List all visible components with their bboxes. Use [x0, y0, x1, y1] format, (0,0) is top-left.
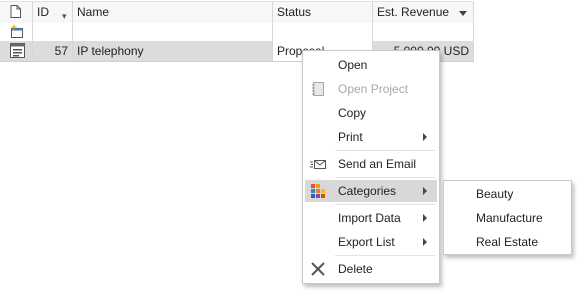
menu-separator — [335, 204, 435, 205]
new-row-id-cell[interactable] — [33, 23, 73, 41]
menu-item-send-email[interactable]: Send an Email — [305, 153, 437, 175]
menu-item-open-project-label: Open Project — [338, 82, 409, 96]
header-row-indicator[interactable] — [0, 2, 33, 23]
menu-separator — [335, 255, 435, 256]
submenu-arrow-icon — [423, 238, 427, 246]
edit-form-icon — [10, 43, 25, 58]
new-row-revenue-cell[interactable] — [373, 23, 474, 41]
submenu-arrow-icon — [423, 214, 427, 222]
delete-icon — [311, 262, 325, 276]
categories-icon — [311, 184, 325, 198]
menu-item-import-data[interactable]: Import Data — [305, 207, 437, 229]
menu-item-open-label: Open — [338, 58, 368, 72]
submenu-item-manufacture-label: Manufacture — [476, 211, 543, 225]
submenu-item-real-estate[interactable]: Real Estate — [446, 231, 569, 253]
column-header-revenue[interactable]: Est. Revenue — [373, 2, 474, 23]
submenu-item-real-estate-label: Real Estate — [476, 235, 539, 249]
email-icon — [310, 160, 326, 169]
menu-item-delete[interactable]: Delete — [305, 258, 437, 280]
new-row-status-cell[interactable] — [273, 23, 373, 41]
menu-item-print[interactable]: Print — [305, 126, 437, 148]
submenu-arrow-icon — [423, 133, 427, 141]
menu-item-delete-label: Delete — [338, 262, 373, 276]
new-row-name-cell[interactable] — [73, 23, 273, 41]
new-item-icon — [10, 24, 23, 38]
submenu-item-beauty[interactable]: Beauty — [446, 183, 569, 205]
menu-item-copy-label: Copy — [338, 106, 367, 120]
column-header-status-label: Status — [277, 5, 312, 19]
menu-item-export-list-label: Export List — [338, 235, 395, 249]
sort-descending-icon[interactable] — [459, 11, 467, 16]
context-menu: Open Open Project Copy Print Send an Ema… — [302, 50, 440, 284]
menu-item-copy[interactable]: Copy — [305, 102, 437, 124]
notebook-icon — [312, 82, 324, 96]
row-indicator[interactable] — [0, 41, 33, 61]
menu-item-print-label: Print — [338, 130, 363, 144]
cell-name[interactable]: IP telephony — [73, 41, 273, 61]
menu-item-categories-label: Categories — [338, 184, 397, 198]
categories-submenu: Beauty Manufacture Real Estate — [443, 180, 572, 255]
menu-item-categories[interactable]: Categories — [305, 180, 437, 202]
column-header-status[interactable]: Status — [273, 2, 373, 23]
column-header-name-label: Name — [77, 5, 110, 19]
column-header-id-label: ID — [37, 5, 49, 19]
menu-item-export-list[interactable]: Export List — [305, 231, 437, 253]
menu-separator — [335, 177, 435, 178]
submenu-item-manufacture[interactable]: Manufacture — [446, 207, 569, 229]
document-icon — [10, 5, 21, 18]
cell-id[interactable]: 57 — [33, 41, 73, 61]
column-header-id[interactable]: ID ▾ — [33, 2, 73, 23]
menu-item-open-project[interactable]: Open Project — [305, 78, 437, 100]
filter-icon[interactable]: ▾ — [62, 6, 67, 23]
new-row-indicator[interactable] — [0, 23, 33, 41]
column-header-name[interactable]: Name — [73, 2, 273, 23]
new-item-row[interactable] — [0, 23, 474, 42]
menu-item-send-email-label: Send an Email — [338, 157, 417, 171]
submenu-item-beauty-label: Beauty — [476, 187, 514, 201]
column-header-revenue-label: Est. Revenue — [377, 5, 450, 19]
grid-header-row: ID ▾ Name Status Est. Revenue — [0, 1, 474, 25]
menu-separator — [335, 150, 435, 151]
submenu-arrow-icon — [423, 187, 427, 195]
menu-item-import-data-label: Import Data — [338, 211, 401, 225]
menu-item-open[interactable]: Open — [305, 54, 437, 76]
